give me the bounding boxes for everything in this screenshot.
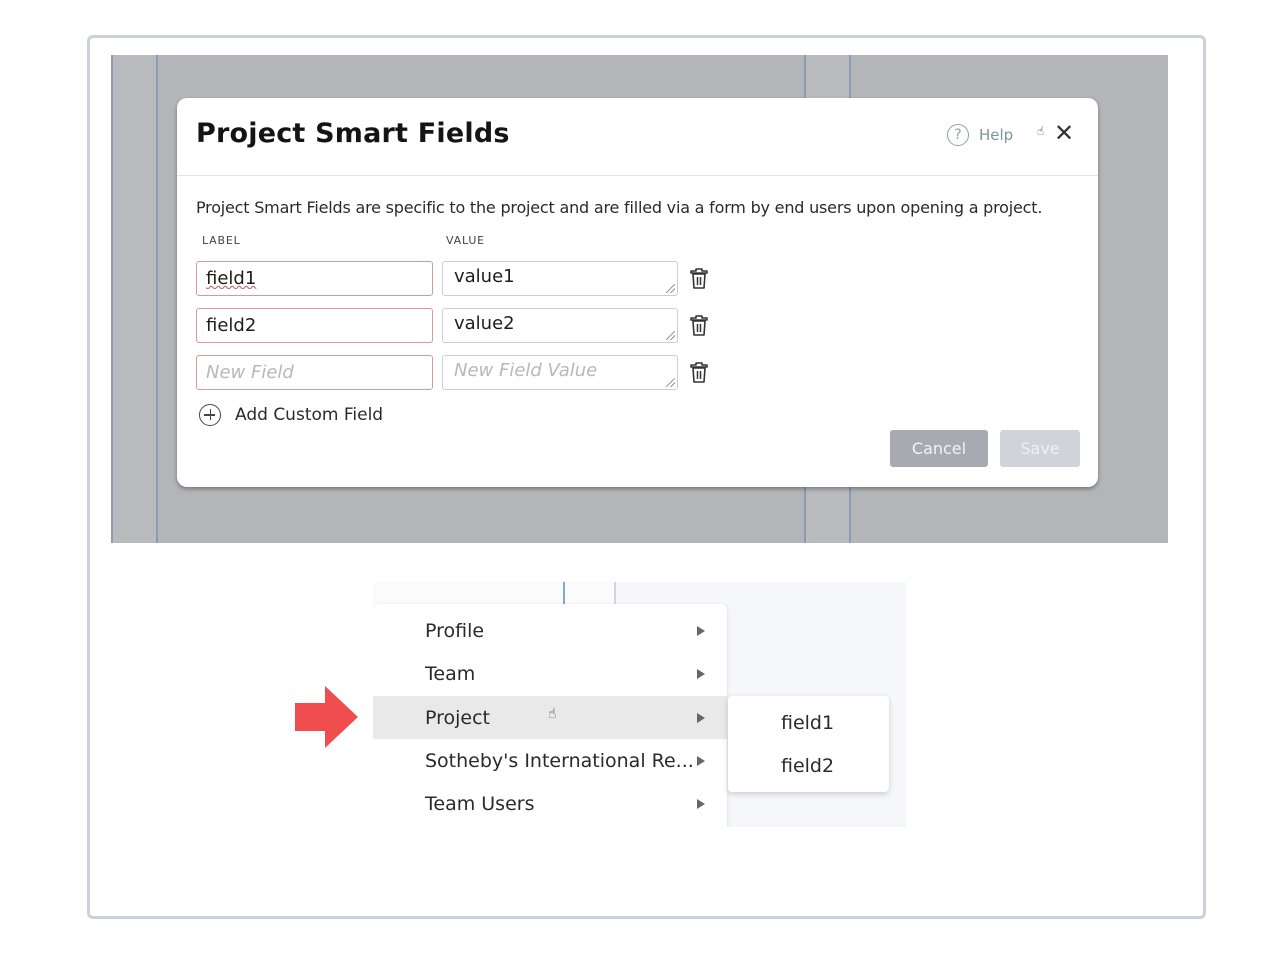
project-submenu: field1 field2 — [728, 696, 889, 792]
hand-cursor-icon: ☝ — [548, 706, 557, 722]
trash-icon[interactable] — [688, 313, 710, 337]
cancel-button[interactable]: Cancel — [890, 430, 988, 467]
close-button[interactable]: ✕ — [1053, 119, 1075, 147]
resize-grip-icon[interactable] — [666, 284, 675, 293]
divider-line — [156, 55, 158, 543]
caret-right-icon — [697, 669, 705, 679]
modal-header: Project Smart Fields ? Help ☝ ✕ — [177, 98, 1098, 176]
field-label-input[interactable] — [196, 261, 433, 296]
help-label: Help — [979, 126, 1014, 144]
field-row: value2 — [196, 308, 716, 343]
menu-item-label: Team — [425, 662, 476, 685]
caret-right-icon — [697, 799, 705, 809]
project-smart-fields-modal: Project Smart Fields ? Help ☝ ✕ Project … — [177, 98, 1098, 487]
new-field-value-input[interactable] — [442, 355, 678, 390]
save-button[interactable]: Save — [1000, 430, 1080, 467]
help-link[interactable]: ? Help — [947, 124, 1013, 146]
menu-item-profile[interactable]: Profile — [373, 609, 727, 652]
field-label-input[interactable] — [196, 308, 433, 343]
menu-item-team-users[interactable]: Team Users — [373, 782, 727, 825]
background-sidebar — [111, 55, 157, 543]
menu-item-label: Sotheby's International Re... — [425, 749, 694, 772]
modal-description: Project Smart Fields are specific to the… — [196, 198, 1043, 217]
trash-icon[interactable] — [688, 360, 710, 384]
divider-line — [614, 582, 616, 604]
submenu-item-field1[interactable]: field1 — [728, 701, 889, 744]
close-icon: ✕ — [1053, 119, 1075, 147]
field-row: value1 — [196, 261, 716, 296]
context-menu-screenshot: Profile Team Project ☝ Sotheby's Interna… — [373, 582, 906, 827]
modal-title: Project Smart Fields — [196, 118, 510, 149]
hand-cursor-icon: ☝ — [1037, 124, 1045, 138]
menu-item-team[interactable]: Team — [373, 652, 727, 695]
resize-grip-icon[interactable] — [666, 378, 675, 387]
trash-icon[interactable] — [688, 266, 710, 290]
field-row — [196, 355, 716, 390]
menu-item-label: Project — [425, 706, 491, 729]
label-column-header: LABEL — [202, 234, 241, 247]
value-column-header: VALUE — [446, 234, 485, 247]
add-custom-field-label: Add Custom Field — [235, 405, 384, 425]
menu-item-sothebys[interactable]: Sotheby's International Re... — [373, 739, 727, 782]
caret-right-icon — [697, 713, 705, 723]
menu-item-label: Profile — [425, 619, 485, 642]
divider-line — [111, 55, 113, 543]
red-arrow-icon — [295, 686, 358, 748]
new-field-label-input[interactable] — [196, 355, 433, 390]
resize-grip-icon[interactable] — [666, 331, 675, 340]
smart-fields-screenshot: Project Smart Fields ? Help ☝ ✕ Project … — [111, 55, 1168, 543]
add-custom-field-button[interactable]: Add Custom Field — [199, 404, 383, 426]
question-circle-icon: ? — [947, 124, 969, 146]
caret-right-icon — [697, 756, 705, 766]
menu-item-label: Team Users — [425, 792, 535, 815]
plus-circle-icon — [199, 404, 221, 426]
field-value-input[interactable]: value1 — [442, 261, 678, 296]
field-value-input[interactable]: value2 — [442, 308, 678, 343]
menu-item-project[interactable]: Project ☝ — [373, 696, 727, 739]
submenu-item-field2[interactable]: field2 — [728, 744, 889, 787]
divider-line — [563, 582, 565, 604]
caret-right-icon — [697, 626, 705, 636]
context-menu: Profile Team Project ☝ Sotheby's Interna… — [373, 604, 727, 827]
